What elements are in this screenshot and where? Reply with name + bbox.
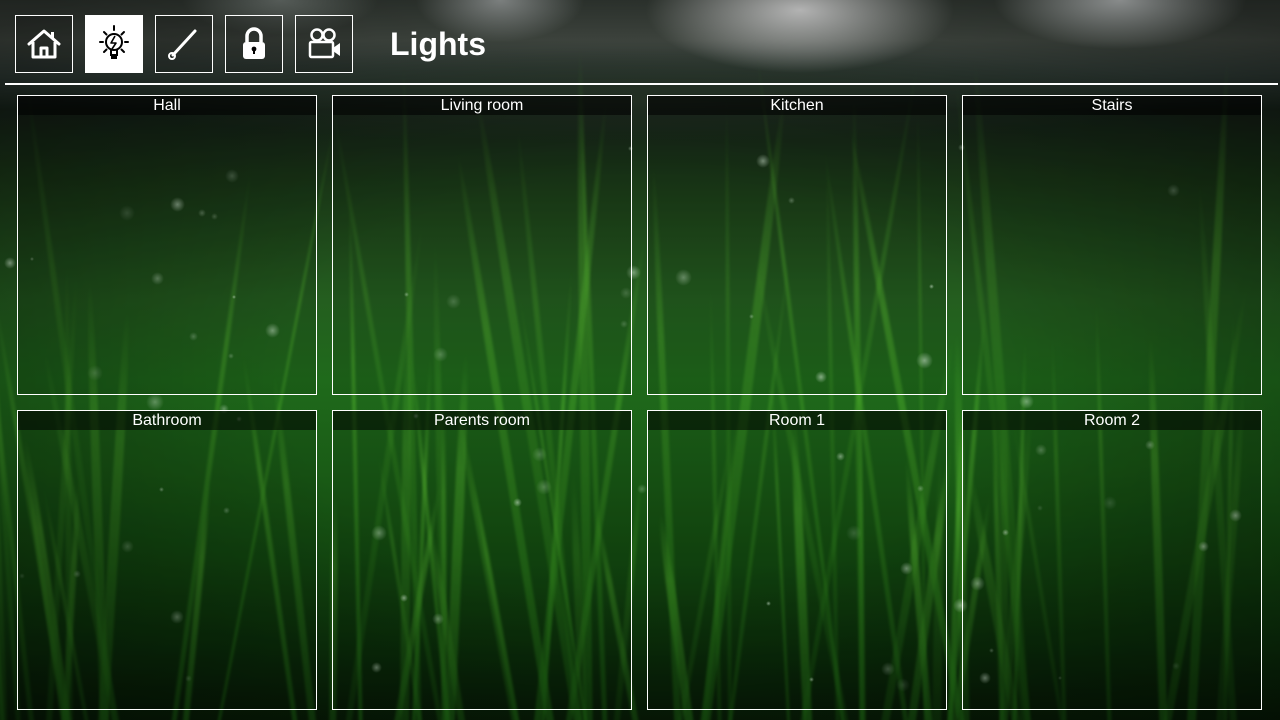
- lightbulb-icon: [99, 25, 129, 59]
- room-tile-label: Parents room: [333, 411, 631, 430]
- room-tile-stairs[interactable]: Stairs: [962, 95, 1262, 395]
- nav-security-button[interactable]: [225, 15, 283, 73]
- wand-icon: [168, 29, 197, 60]
- room-tile-label: Hall: [18, 96, 316, 115]
- room-tile-label: Living room: [333, 96, 631, 115]
- lock-icon: [243, 27, 265, 59]
- room-tile-bathroom[interactable]: Bathroom: [17, 410, 317, 710]
- room-tile-living-room[interactable]: Living room: [332, 95, 632, 395]
- app-screen: Lights Hall Living room Kitchen Stairs B…: [0, 0, 1280, 720]
- room-tile-kitchen[interactable]: Kitchen: [647, 95, 947, 395]
- room-tile-label: Stairs: [963, 96, 1261, 115]
- nav-cameras-button[interactable]: [295, 15, 353, 73]
- room-tile-parents-room[interactable]: Parents room: [332, 410, 632, 710]
- room-tile-label: Room 1: [648, 411, 946, 430]
- header-divider: [5, 83, 1278, 85]
- room-tile-room-1[interactable]: Room 1: [647, 410, 947, 710]
- room-tile-label: Bathroom: [18, 411, 316, 430]
- room-tile-label: Kitchen: [648, 96, 946, 115]
- nav-blinds-button[interactable]: [155, 15, 213, 73]
- video-camera-icon: [308, 28, 340, 59]
- home-icon: [27, 29, 61, 59]
- nav-home-button[interactable]: [15, 15, 73, 73]
- room-tile-hall[interactable]: Hall: [17, 95, 317, 395]
- page-title: Lights: [390, 26, 486, 62]
- room-tile-label: Room 2: [963, 411, 1261, 430]
- top-navigation-bar: Lights: [0, 0, 1280, 85]
- nav-lights-button[interactable]: [85, 15, 143, 73]
- room-tile-room-2[interactable]: Room 2: [962, 410, 1262, 710]
